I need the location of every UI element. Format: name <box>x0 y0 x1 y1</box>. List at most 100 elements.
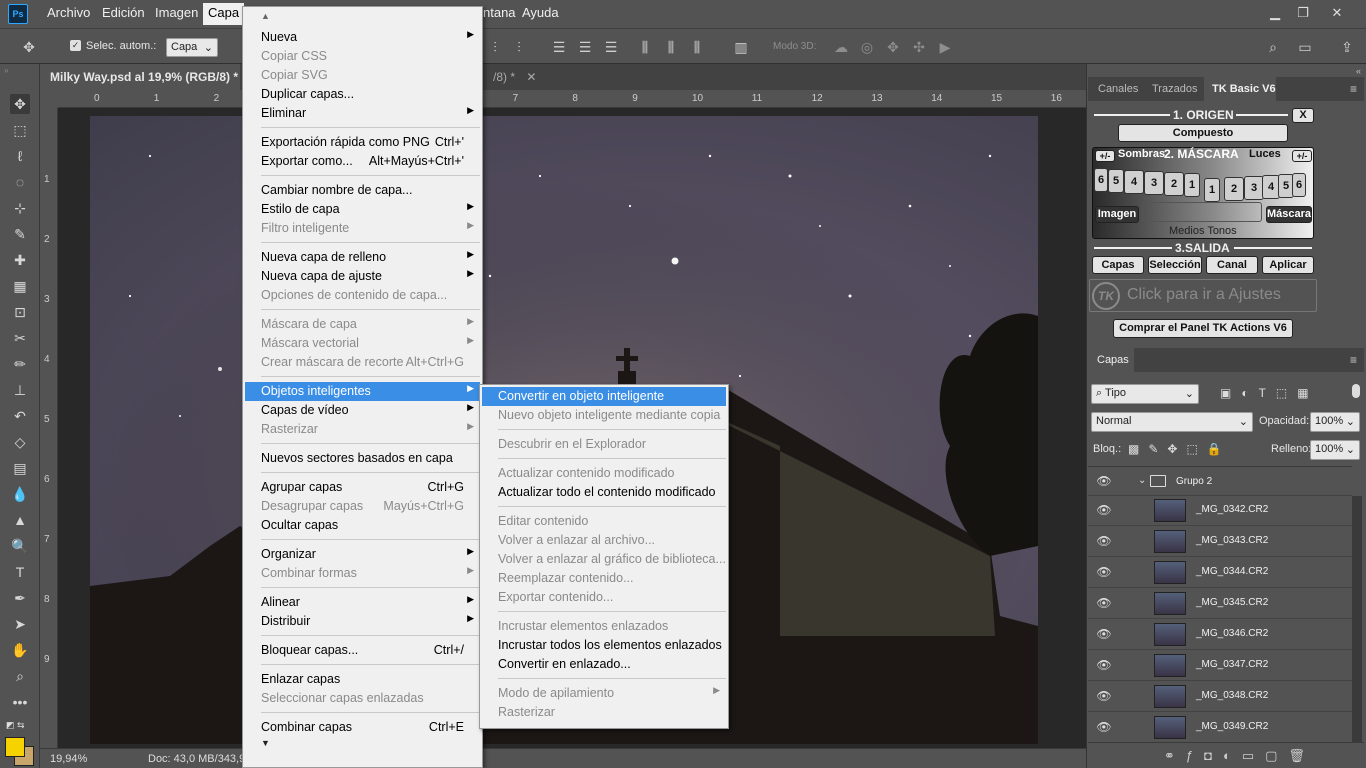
lasso-tool-icon[interactable]: ℓ <box>10 146 30 166</box>
blur-tool-icon[interactable]: 💧 <box>10 484 30 504</box>
tk-zone-button[interactable]: 5 <box>1108 169 1124 193</box>
slide-3d-icon[interactable]: ✣ <box>910 38 928 56</box>
gradient-tool-icon[interactable]: ▤ <box>10 458 30 478</box>
menu-item[interactable]: Distribuir ▶ <box>245 612 480 631</box>
visibility-eye-icon[interactable]: 👁 <box>1096 658 1112 674</box>
align-bottom-icon[interactable]: ⫶ <box>510 38 528 56</box>
clone-stamp-icon[interactable]: ⊥ <box>10 380 30 400</box>
eraser-tool-icon[interactable]: ◇ <box>10 432 30 452</box>
menu-item[interactable]: Convertir en objeto inteligente <box>482 387 726 406</box>
menu-item[interactable]: Ocultar capas <box>245 516 480 535</box>
tk-dark-toggle[interactable]: +/- <box>1095 150 1115 162</box>
close-tab-icon[interactable]: ✕ <box>526 70 536 84</box>
move-tool-icon[interactable]: ✥ <box>20 38 38 56</box>
layer-row[interactable]: 👁 _MG_0343.CR2 <box>1088 527 1352 557</box>
sharpen-tool-icon[interactable]: ▲ <box>10 510 30 530</box>
visibility-eye-icon[interactable]: 👁 <box>1096 596 1112 612</box>
visibility-eye-icon[interactable]: 👁 <box>1096 534 1112 550</box>
menu-item[interactable]: Cambiar nombre de capa... <box>245 181 480 200</box>
menu-archivo[interactable]: Archivo <box>47 5 90 20</box>
tk-canal-button[interactable]: Canal <box>1206 256 1258 274</box>
tk-close-button[interactable]: X <box>1292 108 1314 123</box>
tk-zone-button[interactable]: 3 <box>1244 176 1264 200</box>
menu-item[interactable]: Objetos inteligentes ▶ <box>245 382 480 401</box>
layer-row[interactable]: 👁 _MG_0346.CR2 <box>1088 620 1352 650</box>
collapse-tools-icon[interactable]: » <box>4 66 36 75</box>
collapse-panels-icon[interactable]: « <box>1356 66 1364 76</box>
visibility-eye-icon[interactable]: 👁 <box>1096 474 1112 490</box>
dodge-tool-icon[interactable]: 🔍 <box>10 536 30 556</box>
tk-zone-button[interactable]: 1 <box>1184 173 1200 197</box>
tk-comprar-button[interactable]: Comprar el Panel TK Actions V6 <box>1113 319 1293 338</box>
tk-mascara-button[interactable]: Máscara <box>1266 206 1312 223</box>
share-icon[interactable]: ⇪ <box>1338 38 1356 56</box>
menu-item[interactable]: Capas de vídeo ▶ <box>245 401 480 420</box>
crop-tool-icon[interactable]: ⊹ <box>10 198 30 218</box>
visibility-eye-icon[interactable]: 👁 <box>1096 627 1112 643</box>
tk-midtones-slider[interactable] <box>1142 202 1262 222</box>
menu-edicion[interactable]: Edición <box>102 5 145 20</box>
tk-zone-button[interactable]: 4 <box>1124 170 1144 194</box>
distribute-vcenter-icon[interactable]: ☰ <box>576 38 594 56</box>
distribute-right-icon[interactable]: ⫼ <box>688 38 706 56</box>
healing-brush-icon[interactable]: ✚ <box>10 250 30 270</box>
tk-zone-button[interactable]: 1 <box>1204 178 1220 202</box>
menu-item[interactable]: Enlazar capas <box>245 670 480 689</box>
tk-zone-button[interactable]: 6 <box>1292 173 1306 197</box>
menu-ventana[interactable]: ntana <box>483 5 516 20</box>
menu-item[interactable]: Alinear ▶ <box>245 593 480 612</box>
workspace-icon[interactable]: ▭ <box>1296 38 1314 56</box>
brush-tool-icon[interactable]: ✏ <box>10 354 30 374</box>
menu-item[interactable]: Nueva capa de ajuste ▶ <box>245 267 480 286</box>
tab-canales[interactable]: Canales <box>1098 83 1138 105</box>
scale-3d-icon[interactable]: ▶ <box>936 38 954 56</box>
menu-item[interactable]: Estilo de capa ▶ <box>245 200 480 219</box>
doc-tab-2[interactable]: /8) * ✕ <box>483 64 546 90</box>
restore-button[interactable]: ❐ <box>1292 3 1314 23</box>
menu-item[interactable]: Nueva capa de relleno ▶ <box>245 248 480 267</box>
menu-imagen[interactable]: Imagen <box>155 5 198 20</box>
layer-row[interactable]: 👁 _MG_0347.CR2 <box>1088 651 1352 681</box>
eyedropper-icon[interactable]: ✎ <box>10 224 30 244</box>
layer-row[interactable]: 👁 _MG_0349.CR2 <box>1088 713 1352 743</box>
layer-filter-icons[interactable]: ▣◐T⬚▦ <box>1220 386 1319 400</box>
visibility-eye-icon[interactable]: 👁 <box>1096 689 1112 705</box>
visibility-eye-icon[interactable]: 👁 <box>1096 720 1112 736</box>
foreground-color-swatch[interactable] <box>5 737 25 757</box>
doc-tab-milky-way[interactable]: Milky Way.psd al 19,9% (RGB/8) * ✕ <box>40 64 261 90</box>
red-eye-icon[interactable]: ✂ <box>10 328 30 348</box>
layer-row[interactable]: 👁 _MG_0345.CR2 <box>1088 589 1352 619</box>
hand-tool-icon[interactable]: ✋ <box>10 640 30 660</box>
roll-3d-icon[interactable]: ◎ <box>858 38 876 56</box>
zoom-level[interactable]: 19,94% <box>50 753 87 765</box>
distribute-top-icon[interactable]: ☰ <box>550 38 568 56</box>
marquee-tool-icon[interactable]: ⬚ <box>10 120 30 140</box>
layer-group-row[interactable]: 👁 ⌄ Grupo 2 <box>1088 466 1352 496</box>
tab-tk-basic[interactable]: TK Basic V6 <box>1204 77 1276 101</box>
opacity-input[interactable]: 100% ⌄ <box>1310 412 1360 432</box>
tk-capas-button[interactable]: Capas <box>1092 256 1144 274</box>
menu-item[interactable]: Nueva ▶ <box>245 28 480 47</box>
tk-zone-button[interactable]: 3 <box>1144 171 1164 195</box>
menu-ayuda[interactable]: Ayuda <box>522 5 559 20</box>
pen-tool-icon[interactable]: ✒ <box>10 588 30 608</box>
menu-item[interactable]: Duplicar capas... <box>245 85 480 104</box>
align-icon[interactable]: ⫶ <box>486 38 504 56</box>
auto-align-icon[interactable]: ▥ <box>732 38 750 56</box>
distribute-bottom-icon[interactable]: ☰ <box>602 38 620 56</box>
orbit-3d-icon[interactable]: ☁ <box>832 38 850 56</box>
move-tool-icon[interactable]: ✥ <box>10 94 30 114</box>
menu-item[interactable]: Eliminar ▶ <box>245 104 480 123</box>
menu-item[interactable]: Combinar capas Ctrl+E <box>245 718 480 737</box>
tab-capas[interactable]: Capas <box>1088 348 1134 372</box>
menu-item[interactable]: Incrustar todos los elementos enlazados <box>482 636 726 655</box>
expand-group-icon[interactable]: ⌄ <box>1138 475 1146 486</box>
tk-light-toggle[interactable]: +/- <box>1292 150 1312 162</box>
search-icon[interactable]: ⌕ <box>1264 38 1282 56</box>
minimize-button[interactable]: ▁ <box>1264 3 1286 23</box>
visibility-eye-icon[interactable]: 👁 <box>1096 503 1112 519</box>
tk-aplicar-button[interactable]: Aplicar <box>1262 256 1314 274</box>
menu-capa[interactable]: Capa <box>203 3 245 25</box>
fill-input[interactable]: 100% ⌄ <box>1310 440 1360 460</box>
lock-icons[interactable]: ▩✎✥⬚🔒 <box>1128 442 1231 456</box>
